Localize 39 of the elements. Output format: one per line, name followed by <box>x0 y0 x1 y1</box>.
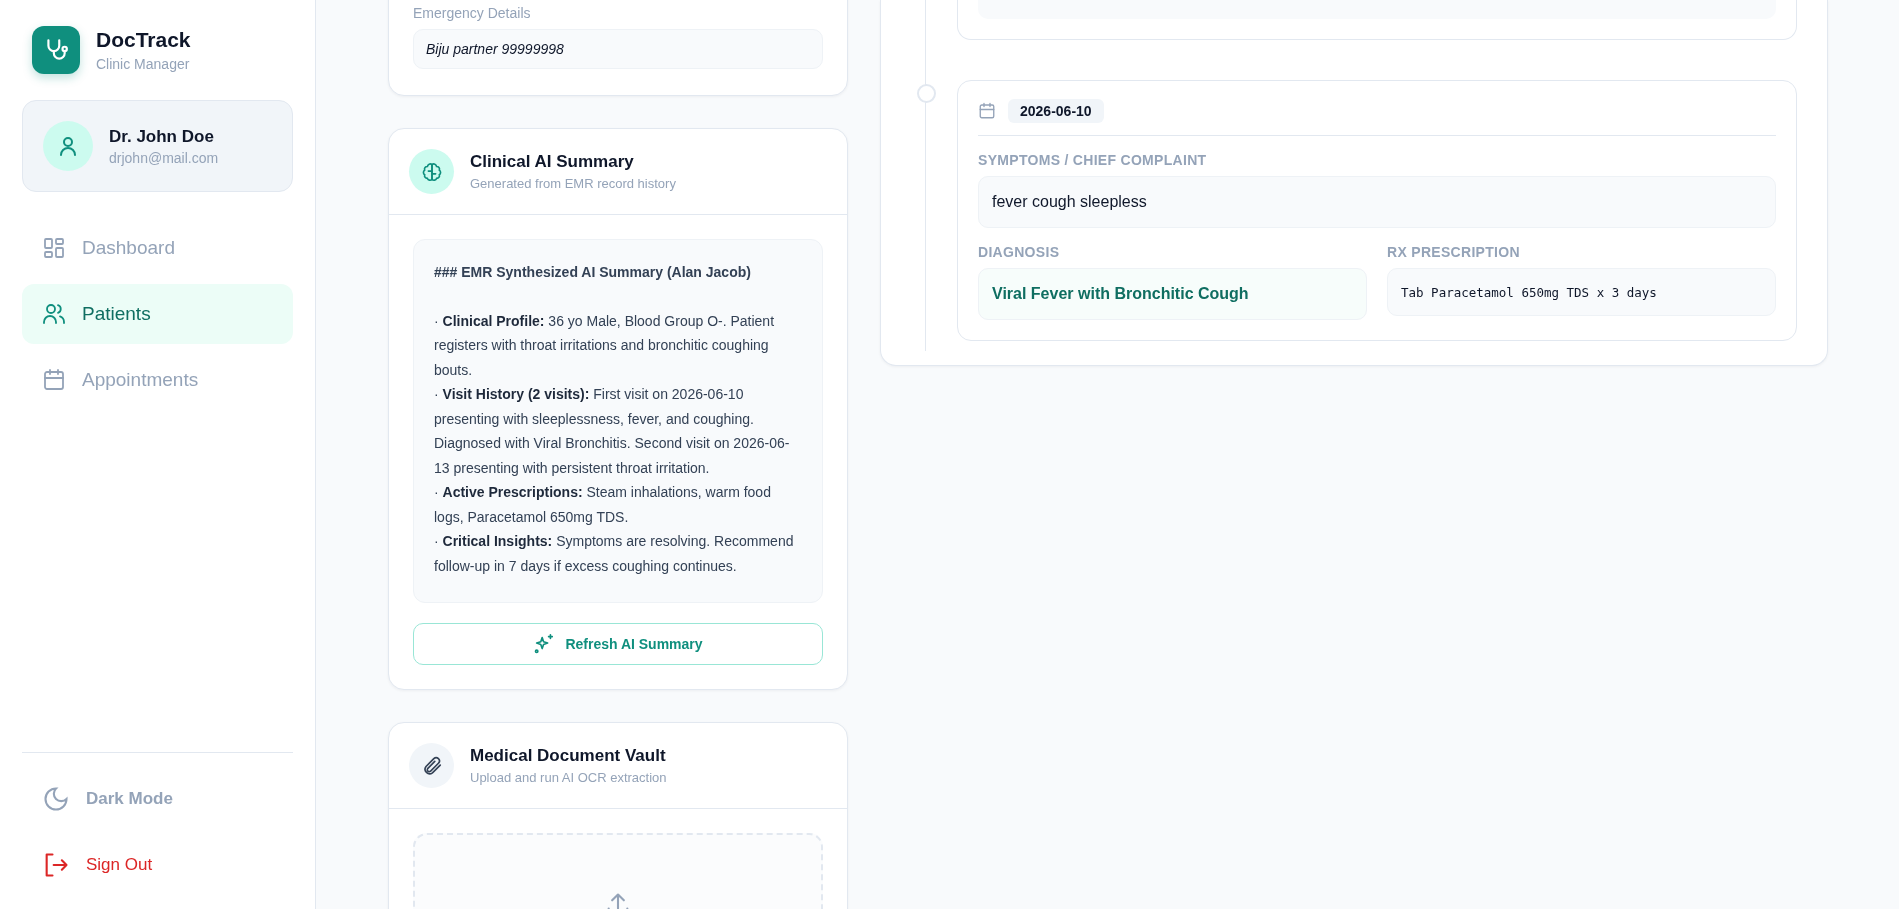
user-name: Dr. John Doe <box>109 126 215 147</box>
field-label: DIAGNOSIS <box>978 244 1061 260</box>
sign-out-link[interactable]: Sign Out <box>22 843 293 887</box>
field-label: RX PRESCRIPTION <box>1387 244 1521 260</box>
summary-bullet: · Critical Insights: Symptoms are resolving. Recommend follow-up in 7 days if excess coughing continues. <box>434 532 795 576</box>
card-title: Clinical AI Summary <box>470 152 635 172</box>
avatar-user-icon <box>43 121 93 171</box>
user-card[interactable]: Dr. John Doe drjohn@mail.com <box>22 100 293 192</box>
dark-mode-toggle[interactable]: Dark Mode <box>22 777 293 821</box>
summary-bullet: · Visit History (2 visits): First visit on 2026-06-10 presenting with sleeplessness, fever, and coughing. Diagnosed with Viral Bronchitis. Second visit on 2026-06-13 presenting with persistent throat irritation. <box>434 385 791 478</box>
diagnosis-field: Viral Fever with Bronchitic Cough <box>978 268 1367 320</box>
app-name: DocTrack <box>96 28 191 52</box>
user-email: drjohn@mail.com <box>109 149 219 166</box>
nav-item[interactable]: Dashboard <box>22 218 293 278</box>
visit-date: 2026-06-10 <box>1008 99 1104 123</box>
card-title: Medical Document Vault <box>470 746 667 766</box>
card-subtitle: Upload and run AI OCR extraction <box>470 770 667 785</box>
paperclip-icon <box>409 743 454 788</box>
prescription-field: Tab Paracetamol 650mg TDS x 3 days <box>1387 268 1776 316</box>
sparkles-icon <box>533 633 556 655</box>
symptoms-field: fever cough sleepless <box>978 176 1776 228</box>
brain-icon <box>409 149 454 194</box>
summary-bullet: · Clinical Profile: 36 yo Male, Blood Group O-. Patient registers with throat irritations and bronchitic coughing bouts. <box>434 311 776 380</box>
summary-heading: ### EMR Synthesized AI Summary (Alan Jacob) <box>434 263 752 282</box>
grid-icon <box>42 236 66 260</box>
app-subtitle: Clinic Manager <box>96 56 191 72</box>
card-subtitle: Generated from EMR record history <box>470 176 676 191</box>
nav-item[interactable]: Appointments <box>22 350 293 410</box>
field-label: Emergency Details <box>413 5 532 21</box>
nav-item[interactable]: Patients <box>22 284 293 344</box>
stethoscope-logo-icon <box>32 26 80 74</box>
emergency-details-field: Biju partner 99999998 <box>413 29 823 69</box>
calendar-icon <box>42 368 66 392</box>
calendar-icon <box>978 102 996 120</box>
moon-icon <box>42 785 70 813</box>
users-icon <box>42 302 66 326</box>
summary-bullet: · Active Prescriptions: Steam inhalations, warm food logs, Paracetamol 650mg TDS. <box>434 483 772 527</box>
field-label: SYMPTOMS / CHIEF COMPLAINT <box>978 152 1208 168</box>
refresh-summary-button[interactable]: Refresh AI Summary <box>413 623 823 665</box>
